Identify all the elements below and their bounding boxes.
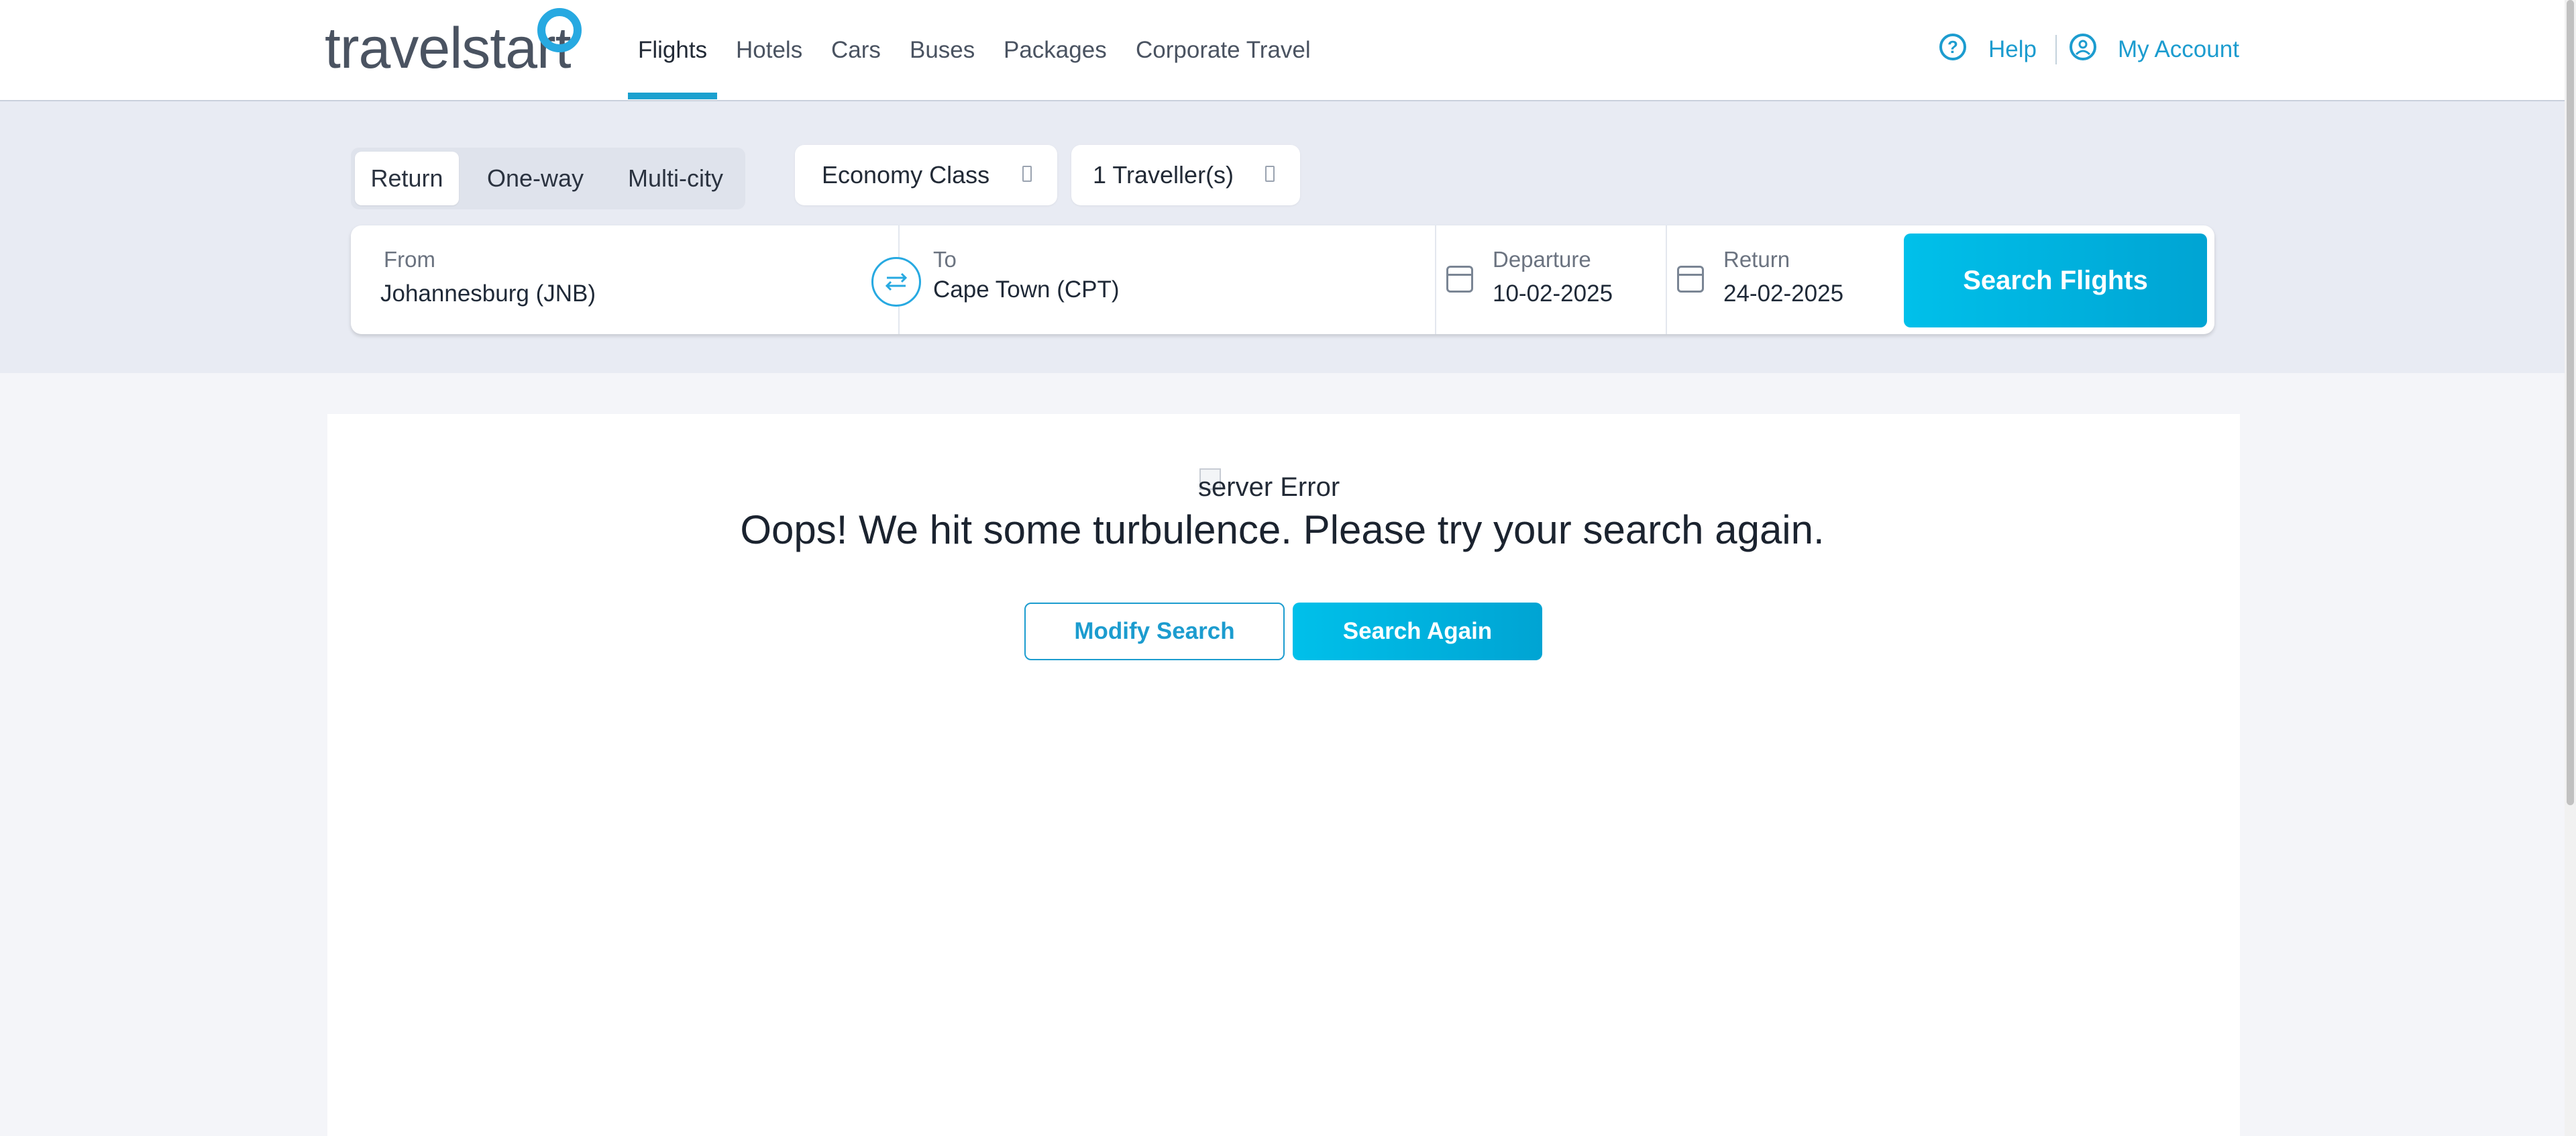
search-again-button[interactable]: Search Again — [1293, 603, 1542, 660]
field-divider — [1435, 225, 1436, 334]
from-label: From — [384, 247, 435, 272]
header-divider — [2055, 35, 2057, 64]
to-label: To — [933, 247, 957, 272]
calendar-icon — [1446, 266, 1473, 293]
to-input[interactable]: Cape Town (CPT) — [933, 276, 1120, 303]
return-date-input[interactable]: 24-02-2025 — [1723, 280, 1843, 307]
logo-ring-icon — [537, 8, 582, 52]
travelstart-logo[interactable]: travelstart — [325, 15, 572, 82]
trip-type-one-way[interactable]: One-way — [468, 152, 602, 205]
nav-buses[interactable]: Buses — [910, 34, 975, 67]
chevron-down-icon — [1022, 166, 1032, 182]
nav-corporate-travel[interactable]: Corporate Travel — [1136, 34, 1311, 67]
help-icon[interactable]: ? — [1939, 34, 1966, 60]
modify-search-button[interactable]: Modify Search — [1024, 603, 1285, 660]
help-link[interactable]: Help — [1988, 32, 2037, 67]
travellers-select[interactable]: 1 Traveller(s) — [1071, 145, 1300, 205]
trip-type-toggle: Return One-way Multi-city — [351, 148, 745, 209]
search-flights-button[interactable]: Search Flights — [1904, 234, 2207, 327]
cabin-class-select[interactable]: Economy Class — [795, 145, 1057, 205]
nav-packages[interactable]: Packages — [1004, 34, 1107, 67]
top-navigation-bar: travelstart Flights Hotels Cars Buses Pa… — [0, 0, 2565, 101]
error-message: Oops! We hit some turbulence. Please try… — [740, 507, 1825, 552]
departure-date-input[interactable]: 10-02-2025 — [1493, 280, 1613, 307]
swap-icon[interactable] — [871, 257, 921, 307]
trip-type-return[interactable]: Return — [355, 152, 459, 205]
calendar-icon — [1677, 266, 1704, 293]
departure-label: Departure — [1493, 247, 1591, 272]
account-icon[interactable] — [2070, 34, 2096, 60]
active-nav-indicator — [628, 93, 717, 99]
trip-type-multi-city[interactable]: Multi-city — [612, 152, 739, 205]
from-input[interactable]: Johannesburg (JNB) — [380, 280, 596, 307]
my-account-link[interactable]: My Account — [2118, 32, 2239, 67]
cabin-class-value: Economy Class — [822, 161, 990, 189]
nav-flights[interactable]: Flights — [638, 34, 707, 67]
field-divider — [1666, 225, 1667, 334]
server-error-image: server Error — [1198, 472, 1340, 502]
return-label: Return — [1723, 247, 1790, 272]
nav-hotels[interactable]: Hotels — [736, 34, 802, 67]
nav-cars[interactable]: Cars — [831, 34, 881, 67]
chevron-down-icon — [1265, 166, 1275, 182]
scrollbar-thumb[interactable] — [2567, 0, 2574, 805]
travellers-value: 1 Traveller(s) — [1093, 161, 1234, 189]
